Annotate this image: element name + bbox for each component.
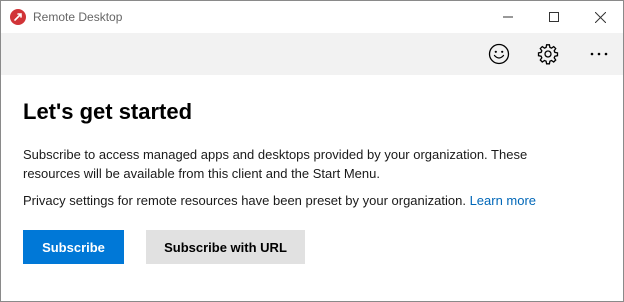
more-options-icon bbox=[590, 52, 608, 56]
privacy-notice: Privacy settings for remote resources ha… bbox=[23, 191, 603, 210]
toolbar bbox=[1, 33, 623, 75]
learn-more-link[interactable]: Learn more bbox=[470, 193, 536, 208]
smiley-icon bbox=[488, 43, 510, 65]
more-options-button[interactable] bbox=[582, 38, 616, 70]
settings-button[interactable] bbox=[531, 38, 565, 70]
page-title: Let's get started bbox=[23, 99, 193, 124]
maximize-icon bbox=[549, 12, 559, 22]
window-title: Remote Desktop bbox=[33, 10, 123, 24]
close-button[interactable] bbox=[577, 1, 623, 33]
close-icon bbox=[594, 11, 606, 23]
minimize-icon bbox=[503, 16, 513, 18]
subscribe-button[interactable]: Subscribe bbox=[23, 230, 124, 264]
description-text: Subscribe to access managed apps and des… bbox=[23, 147, 528, 181]
remote-desktop-app-icon bbox=[10, 9, 26, 25]
app-window: Remote Desktop Let's get started Subscri… bbox=[0, 0, 624, 302]
gear-icon bbox=[537, 44, 559, 65]
maximize-button[interactable] bbox=[531, 1, 577, 33]
privacy-text: Privacy settings for remote resources ha… bbox=[23, 193, 470, 208]
minimize-button[interactable] bbox=[485, 1, 531, 33]
title-bar[interactable]: Remote Desktop bbox=[1, 1, 623, 33]
feedback-button[interactable] bbox=[482, 38, 516, 70]
subscribe-with-url-button[interactable]: Subscribe with URL bbox=[146, 230, 305, 264]
